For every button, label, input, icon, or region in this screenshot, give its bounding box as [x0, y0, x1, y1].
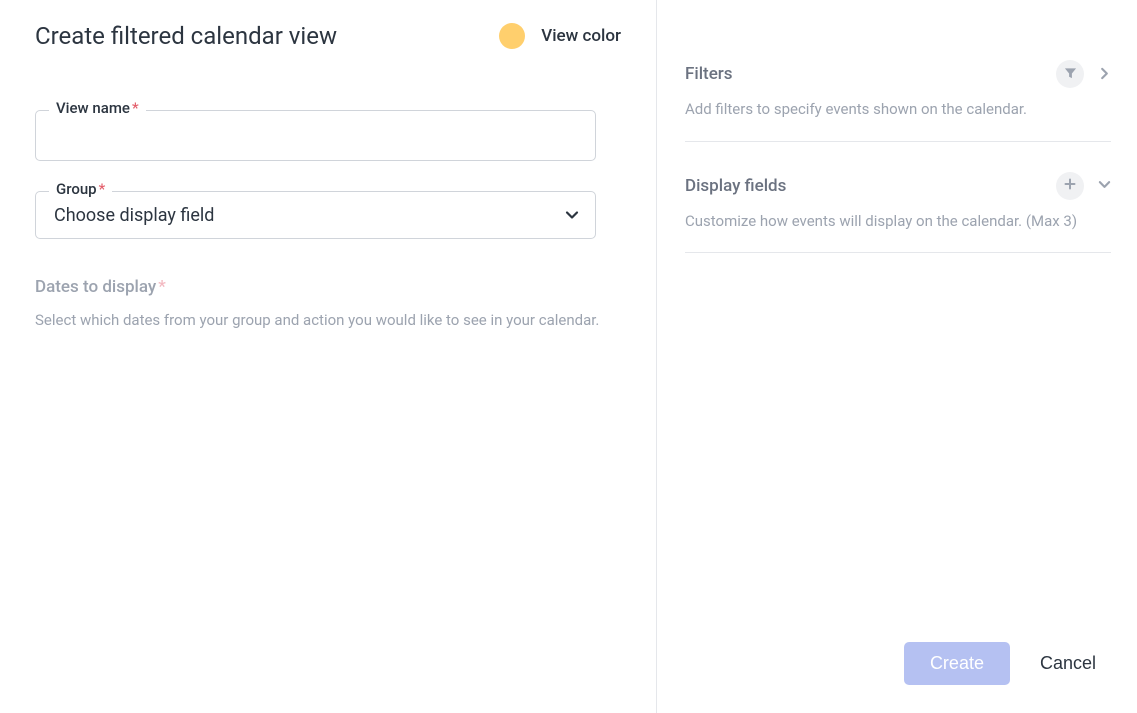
filters-description: Add filters to specify events shown on t… — [685, 98, 1111, 142]
group-select[interactable]: Choose display field — [35, 191, 596, 239]
view-name-input[interactable] — [35, 110, 596, 161]
group-label-text: Group — [56, 180, 97, 198]
filters-expand-button[interactable] — [1098, 65, 1111, 84]
filter-icon — [1064, 65, 1077, 84]
footer-actions: Create Cancel — [685, 642, 1111, 693]
dates-help-text: Select which dates from your group and a… — [35, 309, 621, 332]
group-select-placeholder: Choose display field — [54, 205, 214, 226]
display-fields-header: Display fields — [685, 172, 1111, 200]
filters-section: Filters — [685, 60, 1111, 142]
view-name-group: View name* — [35, 110, 621, 161]
chevron-down-icon — [564, 207, 580, 223]
create-button[interactable]: Create — [904, 642, 1010, 685]
add-display-field-button[interactable] — [1056, 172, 1084, 200]
view-color-control[interactable]: View color — [499, 23, 621, 49]
plus-icon — [1063, 176, 1077, 195]
filter-icon-button[interactable] — [1056, 60, 1084, 88]
chevron-down-icon — [1098, 176, 1111, 195]
display-fields-expand-button[interactable] — [1098, 176, 1111, 195]
dialog-container: Create filtered calendar view View color… — [0, 0, 1137, 713]
header-row: Create filtered calendar view View color — [35, 22, 621, 50]
view-name-label-text: View name — [56, 99, 130, 117]
cancel-button[interactable]: Cancel — [1040, 653, 1096, 674]
filters-header: Filters — [685, 60, 1111, 88]
group-field-group: Group* Choose display field — [35, 191, 621, 239]
group-label: Group* — [49, 180, 112, 198]
left-panel: Create filtered calendar view View color… — [0, 0, 657, 713]
filters-actions — [1056, 60, 1111, 88]
color-swatch[interactable] — [499, 23, 525, 49]
dates-section: Dates to display* Select which dates fro… — [35, 277, 621, 332]
view-name-label: View name* — [49, 99, 146, 117]
display-fields-title: Display fields — [685, 176, 786, 196]
display-fields-actions — [1056, 172, 1111, 200]
chevron-right-icon — [1098, 65, 1111, 84]
display-fields-description: Customize how events will display on the… — [685, 210, 1111, 254]
dates-heading-text: Dates to display — [35, 277, 156, 297]
display-fields-section: Display fields — [685, 172, 1111, 254]
page-title: Create filtered calendar view — [35, 22, 337, 50]
required-indicator: * — [99, 180, 106, 198]
view-color-label: View color — [541, 26, 621, 46]
right-panel: Filters — [657, 0, 1137, 713]
required-indicator: * — [158, 277, 166, 297]
filters-title: Filters — [685, 64, 733, 84]
required-indicator: * — [132, 99, 139, 117]
dates-heading: Dates to display* — [35, 277, 621, 297]
